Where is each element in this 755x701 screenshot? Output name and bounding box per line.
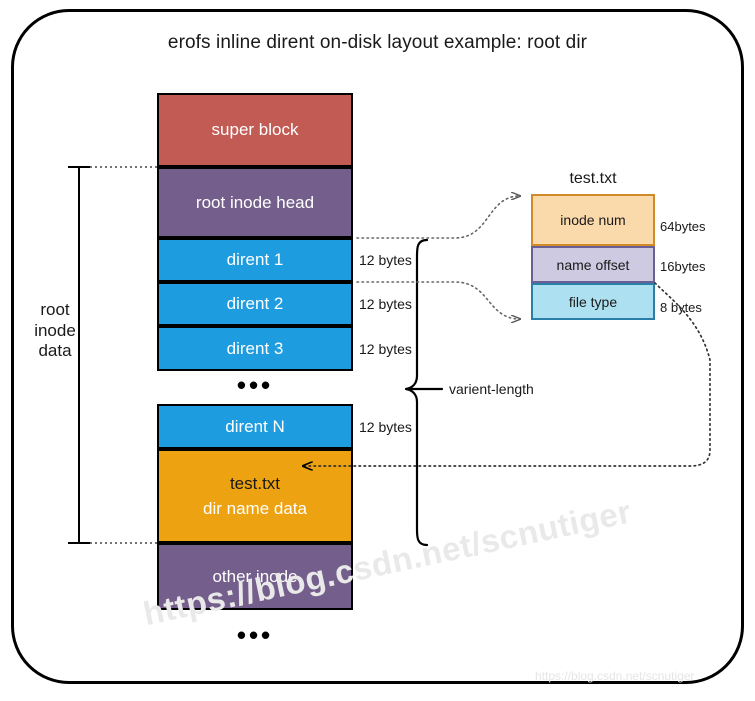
- root-inode-data-label: root inode data: [24, 300, 86, 362]
- block-dirent-1: dirent 1: [157, 238, 353, 282]
- detail-field-label: inode num: [560, 212, 626, 228]
- block-label: dirent 2: [226, 294, 284, 314]
- block-label: dir name data: [203, 498, 307, 518]
- size-label-dirent-1: 12 bytes: [359, 252, 412, 268]
- block-dirent-3: dirent 3: [157, 326, 353, 371]
- diagram-canvas: erofs inline dirent on-disk layout examp…: [0, 0, 755, 701]
- block-root-inode-head: root inode head: [157, 167, 353, 238]
- block-label: root inode head: [195, 192, 315, 212]
- detail-field-name-offset: name offset: [531, 246, 655, 283]
- diagram-title: erofs inline dirent on-disk layout examp…: [167, 32, 588, 53]
- root-inode-data-line-3: data: [38, 341, 72, 361]
- size-label-dirent-2: 12 bytes: [359, 296, 412, 312]
- block-label: dirent N: [225, 416, 285, 436]
- size-label-dirent-n: 12 bytes: [359, 419, 412, 435]
- detail-field-label: name offset: [556, 256, 630, 273]
- ellipsis-upper: •••: [236, 370, 274, 400]
- detail-field-file-type: file type: [531, 283, 655, 320]
- block-dirent-2: dirent 2: [157, 282, 353, 326]
- size-label-dirent-3: 12 bytes: [359, 341, 412, 357]
- block-super-block: super block: [157, 93, 353, 167]
- detail-size-file-type: 8 bytes: [660, 300, 702, 315]
- detail-size-name-offset: 16bytes: [660, 259, 706, 274]
- dirent-detail-title: test.txt: [569, 170, 617, 187]
- block-label: dirent 1: [226, 250, 284, 270]
- varient-length-label: varient-length: [449, 381, 534, 397]
- block-label: dirent 3: [226, 338, 284, 358]
- root-inode-data-line-2: inode: [34, 320, 76, 340]
- block-dir-name-data: test.txt dir name data: [157, 449, 353, 543]
- ellipsis-lower: •••: [236, 620, 274, 650]
- block-label: super block: [211, 120, 299, 140]
- root-inode-data-line-1: root: [40, 300, 70, 319]
- detail-field-label: file type: [568, 293, 618, 310]
- detail-size-inode-num: 64bytes: [660, 219, 706, 234]
- dir-name-data-filename: test.txt: [229, 474, 281, 494]
- detail-field-inode-num: inode num: [531, 194, 655, 246]
- block-dirent-n: dirent N: [157, 404, 353, 449]
- watermark-small: https://blog.csdn.net/scnutiger: [535, 669, 695, 683]
